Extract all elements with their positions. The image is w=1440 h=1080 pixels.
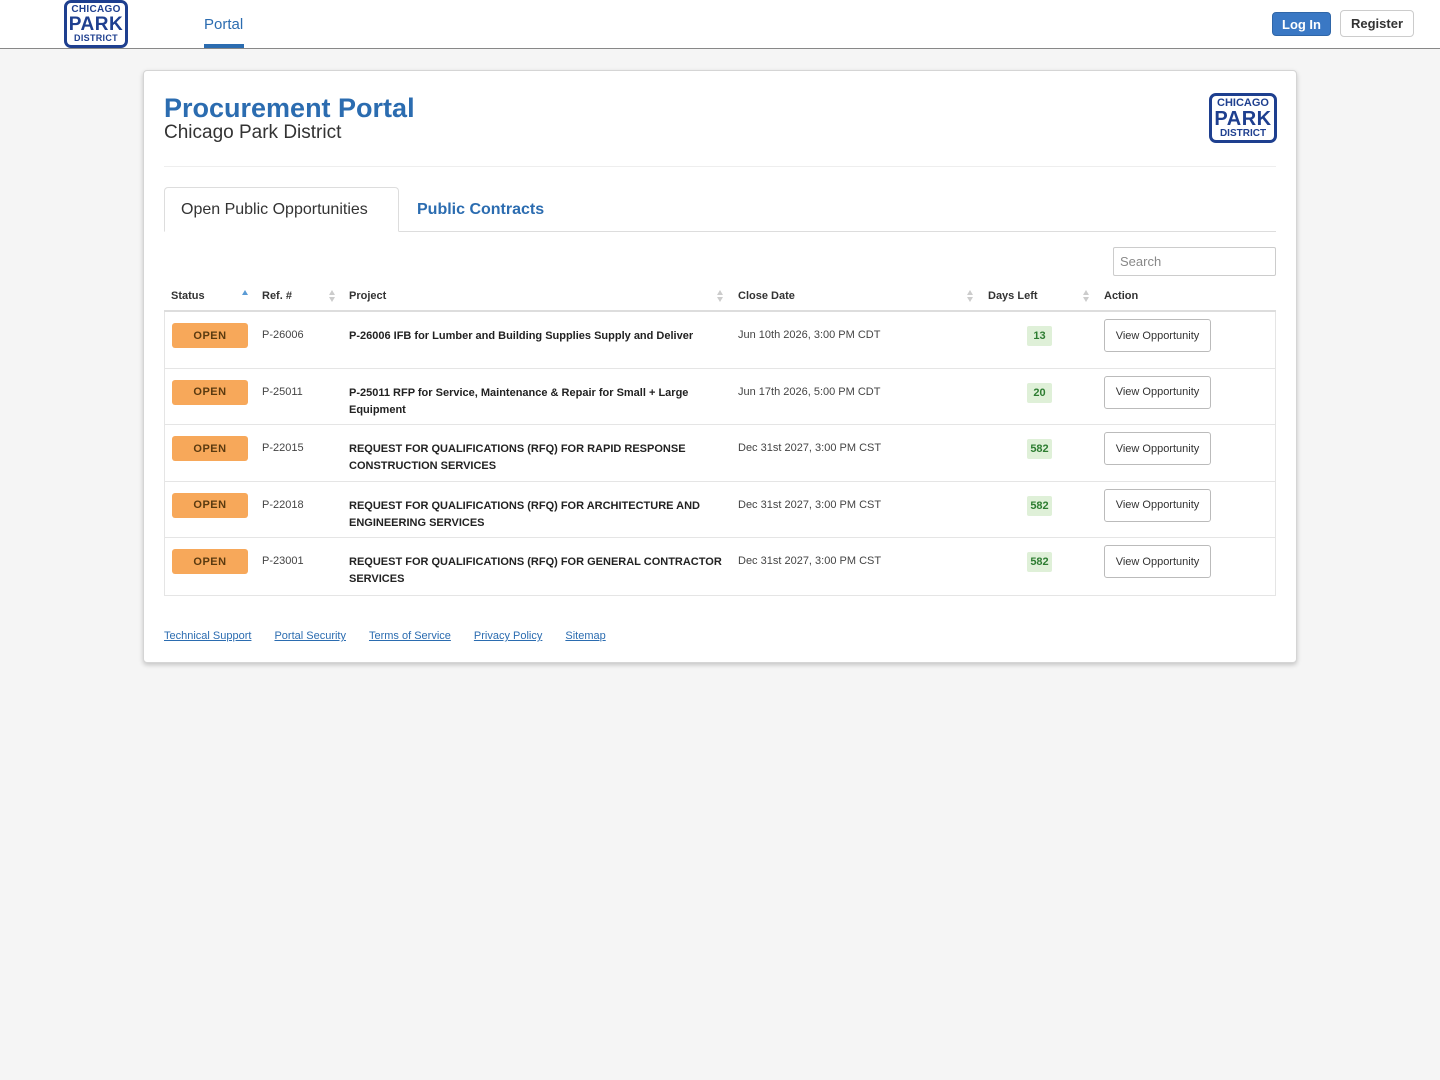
close-date: Jun 17th 2026, 5:00 PM CDT bbox=[738, 385, 881, 398]
days-left-badge: 13 bbox=[1027, 326, 1052, 346]
sort-both-icon[interactable] bbox=[329, 290, 336, 302]
register-button[interactable]: Register bbox=[1340, 10, 1414, 37]
nav-tab-active-indicator bbox=[204, 44, 244, 48]
table-row: OPEN P-25011 P-25011 RFP for Service, Ma… bbox=[165, 369, 1275, 426]
close-date: Dec 31st 2027, 3:00 PM CST bbox=[738, 442, 882, 455]
status-badge: OPEN bbox=[172, 436, 248, 462]
tab-open-public-opportunities[interactable]: Open Public Opportunities bbox=[164, 187, 399, 232]
table-header: Status Ref. # Project Close Date Days Le… bbox=[164, 281, 1276, 312]
days-left-badge: 582 bbox=[1027, 552, 1052, 573]
project-title: P-26006 IFB for Lumber and Building Supp… bbox=[349, 330, 694, 342]
opportunities-table: Status Ref. # Project Close Date Days Le… bbox=[164, 281, 1276, 596]
logo-line-3: DISTRICT bbox=[1219, 127, 1267, 139]
top-navbar: CHICAGO PARK DISTRICT Portal Log In Regi… bbox=[0, 0, 1440, 49]
logo-line-1: CHICAGO bbox=[1217, 96, 1269, 109]
footer-link-terms-of-service[interactable]: Terms of Service bbox=[369, 630, 451, 642]
logo-line-2: PARK bbox=[68, 14, 124, 35]
logo-line-2: PARK bbox=[1214, 107, 1272, 130]
portal-card: Procurement Portal Chicago Park District… bbox=[143, 70, 1297, 663]
status-badge: OPEN bbox=[172, 549, 248, 575]
view-opportunity-button[interactable]: View Opportunity bbox=[1104, 319, 1211, 352]
project-title: REQUEST FOR QUALIFICATIONS (RFQ) FOR GEN… bbox=[349, 556, 722, 586]
view-opportunity-button[interactable]: View Opportunity bbox=[1104, 545, 1211, 579]
footer-link-sitemap[interactable]: Sitemap bbox=[565, 630, 605, 642]
footer-link-technical-support[interactable]: Technical Support bbox=[164, 630, 251, 642]
close-date: Jun 10th 2026, 3:00 PM CDT bbox=[738, 329, 881, 341]
ref-number: P-25011 bbox=[262, 385, 303, 398]
footer-links: Technical Support Portal Security Terms … bbox=[164, 630, 606, 642]
ref-number: P-23001 bbox=[262, 555, 304, 568]
column-header-action: Action bbox=[1104, 289, 1139, 302]
column-header-status[interactable]: Status bbox=[171, 281, 205, 310]
footer-link-portal-security[interactable]: Portal Security bbox=[274, 630, 346, 642]
table-body: OPEN P-26006 P-26006 IFB for Lumber and … bbox=[164, 312, 1276, 596]
project-title: P-25011 RFP for Service, Maintenance & R… bbox=[349, 386, 689, 416]
view-opportunity-button[interactable]: View Opportunity bbox=[1104, 432, 1211, 466]
page-title: Procurement Portal bbox=[164, 93, 415, 123]
column-header-ref[interactable]: Ref. # bbox=[262, 281, 292, 310]
district-logo: CHICAGO PARK DISTRICT bbox=[1209, 93, 1277, 143]
sort-both-icon[interactable] bbox=[967, 290, 974, 302]
project-title: REQUEST FOR QUALIFICATIONS (RFQ) FOR RAP… bbox=[349, 443, 686, 473]
project-title: REQUEST FOR QUALIFICATIONS (RFQ) FOR ARC… bbox=[349, 499, 700, 529]
close-date: Dec 31st 2027, 3:00 PM CST bbox=[738, 498, 882, 511]
table-row: OPEN P-22015 REQUEST FOR QUALIFICATIONS … bbox=[165, 425, 1275, 482]
sort-both-icon[interactable] bbox=[1083, 290, 1090, 302]
column-header-project[interactable]: Project bbox=[349, 281, 386, 310]
days-left-badge: 582 bbox=[1027, 495, 1052, 516]
status-badge: OPEN bbox=[172, 379, 248, 405]
tab-public-contracts[interactable]: Public Contracts bbox=[400, 187, 544, 232]
ref-number: P-22018 bbox=[262, 498, 304, 511]
column-header-close-date[interactable]: Close Date bbox=[738, 281, 795, 310]
header-divider bbox=[164, 166, 1276, 167]
sort-both-icon[interactable] bbox=[717, 290, 724, 302]
view-opportunity-button[interactable]: View Opportunity bbox=[1104, 375, 1211, 409]
sort-asc-icon[interactable] bbox=[242, 290, 249, 302]
login-button[interactable]: Log In bbox=[1272, 12, 1331, 36]
search-input[interactable] bbox=[1113, 247, 1276, 276]
table-row: OPEN P-26006 P-26006 IFB for Lumber and … bbox=[165, 312, 1275, 369]
status-badge: OPEN bbox=[172, 492, 248, 518]
status-badge: OPEN bbox=[172, 323, 248, 348]
days-left-badge: 20 bbox=[1027, 382, 1052, 403]
ref-number: P-22015 bbox=[262, 442, 304, 455]
table-row: OPEN P-23001 REQUEST FOR QUALIFICATIONS … bbox=[165, 538, 1275, 595]
view-opportunity-button[interactable]: View Opportunity bbox=[1104, 488, 1211, 522]
page-subtitle: Chicago Park District bbox=[164, 122, 342, 143]
days-left-badge: 582 bbox=[1027, 439, 1052, 460]
table-row: OPEN P-22018 REQUEST FOR QUALIFICATIONS … bbox=[165, 482, 1275, 539]
ref-number: P-26006 bbox=[262, 329, 304, 341]
nav-tab-portal[interactable]: Portal bbox=[204, 0, 243, 48]
chicago-park-district-logo[interactable]: CHICAGO PARK DISTRICT bbox=[64, 0, 128, 48]
close-date: Dec 31st 2027, 3:00 PM CST bbox=[738, 555, 882, 568]
logo-line-3: DISTRICT bbox=[74, 33, 118, 43]
column-header-days-left[interactable]: Days Left bbox=[988, 281, 1038, 310]
footer-link-privacy-policy[interactable]: Privacy Policy bbox=[474, 630, 542, 642]
